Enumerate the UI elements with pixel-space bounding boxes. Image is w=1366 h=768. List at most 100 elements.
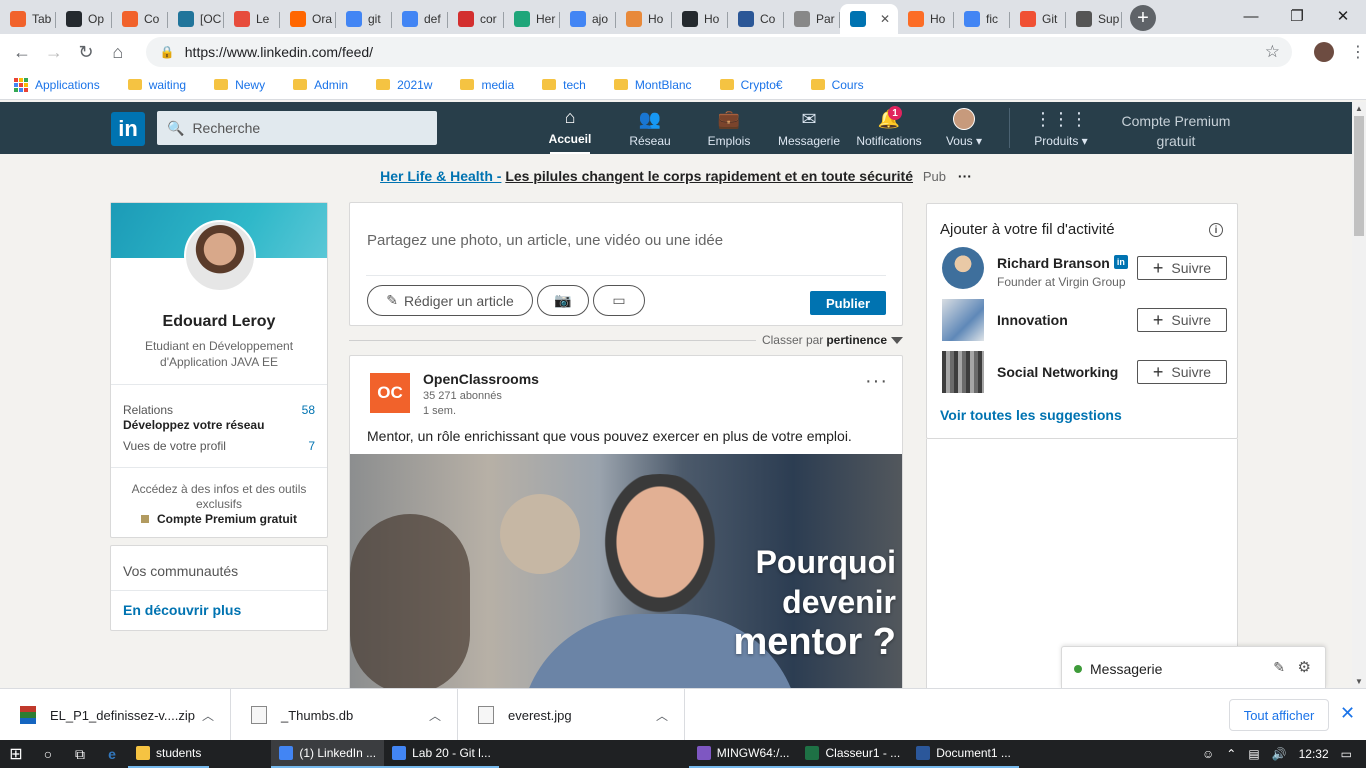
browser-tab[interactable]: Ora: [280, 4, 336, 34]
people-icon[interactable]: ☺: [1202, 747, 1214, 761]
bookmark-folder[interactable]: Admin: [293, 78, 348, 92]
ad-headline-link[interactable]: Her Life & Health -: [380, 168, 501, 184]
scrollbar-thumb[interactable]: [1354, 116, 1364, 236]
browser-tab[interactable]: Le: [224, 4, 280, 34]
photo-button[interactable]: 📷: [537, 285, 589, 316]
browser-tab[interactable]: def: [392, 4, 448, 34]
bookmark-folder[interactable]: tech: [542, 78, 586, 92]
post-author-name[interactable]: OpenClassrooms: [423, 371, 539, 387]
bookmark-folder[interactable]: Cours: [810, 78, 864, 92]
scroll-up-icon[interactable]: ▲: [1355, 104, 1363, 113]
windows-start-icon[interactable]: ⊞: [0, 740, 32, 768]
bookmark-folder[interactable]: waiting: [127, 78, 186, 92]
bookmark-folder[interactable]: 2021w: [376, 78, 432, 92]
browser-tab[interactable]: Her: [504, 4, 560, 34]
browser-tab[interactable]: Co: [728, 4, 784, 34]
cortana-icon[interactable]: ○: [32, 740, 64, 768]
browser-tab[interactable]: Git: [1010, 4, 1066, 34]
volume-icon[interactable]: 🔊: [1272, 747, 1287, 761]
browser-menu-icon[interactable]: ⋮: [1350, 42, 1366, 62]
browser-tab[interactable]: [OC: [168, 4, 224, 34]
page-scrollbar[interactable]: ▲ ▼: [1352, 102, 1366, 688]
post-image[interactable]: Pourquoi devenir mentor ?: [350, 454, 902, 694]
maximize-icon[interactable]: ❐: [1274, 0, 1320, 32]
post-author-logo[interactable]: OC: [370, 373, 410, 413]
browser-tab[interactable]: git: [336, 4, 392, 34]
browser-tab[interactable]: fic: [954, 4, 1010, 34]
bookmark-folder[interactable]: MontBlanc: [613, 78, 692, 92]
nav-grid[interactable]: ⋮⋮⋮ Produits ▾: [1030, 102, 1092, 154]
messaging-overlay[interactable]: Messagerie ✎ ⚙: [1061, 646, 1326, 688]
browser-tab[interactable]: ✕: [840, 4, 898, 34]
taskbar-app[interactable]: students: [128, 740, 210, 768]
show-all-downloads-button[interactable]: Tout afficher: [1229, 699, 1329, 731]
scroll-down-icon[interactable]: ▼: [1355, 677, 1363, 686]
discover-more-link[interactable]: En découvrir plus: [123, 602, 241, 618]
ad-text-link[interactable]: Les pilules changent le corps rapidement…: [505, 168, 913, 184]
gear-icon[interactable]: ⚙: [1298, 658, 1311, 676]
edge-icon[interactable]: e: [96, 740, 128, 768]
chevron-up-icon[interactable]: ⌃: [1226, 747, 1236, 761]
grow-network-row[interactable]: Développez votre réseau: [123, 418, 315, 432]
browser-tab[interactable]: Ho: [898, 4, 954, 34]
premium-nav-link[interactable]: Compte Premium gratuit: [1110, 111, 1242, 151]
browser-tab[interactable]: Op: [56, 4, 112, 34]
linkedin-logo[interactable]: in: [111, 112, 145, 146]
browser-tab[interactable]: Co: [112, 4, 168, 34]
taskbar-app[interactable]: Document1 ...: [908, 740, 1019, 768]
forward-icon[interactable]: →: [38, 36, 70, 68]
follow-name[interactable]: Richard Branson in: [997, 255, 1128, 271]
follow-name[interactable]: Social Networking: [997, 364, 1118, 380]
video-button[interactable]: ▭: [593, 285, 645, 316]
browser-tab[interactable]: Ho: [616, 4, 672, 34]
profile-avatar[interactable]: [184, 220, 256, 292]
browser-profile-avatar[interactable]: [1314, 42, 1335, 62]
nav-avatar[interactable]: ● Vous ▾: [944, 102, 984, 154]
chevron-up-icon[interactable]: ︿: [656, 707, 668, 724]
notifications-center-icon[interactable]: ▭: [1341, 747, 1352, 761]
taskbar-app[interactable]: Classeur1 - ...: [797, 740, 909, 768]
nav-home[interactable]: ⌂ Accueil: [549, 102, 591, 154]
publish-button[interactable]: Publier: [810, 291, 886, 315]
profile-views-row[interactable]: Vues de votre profil 7: [123, 439, 315, 453]
browser-tab[interactable]: Ho: [672, 4, 728, 34]
bookmark-apps[interactable]: Applications: [14, 77, 100, 92]
follow-hashtag-image[interactable]: [942, 299, 984, 341]
premium-link[interactable]: Compte Premium gratuit: [111, 512, 327, 526]
browser-tab[interactable]: Sup: [1066, 4, 1122, 34]
compose-icon[interactable]: ✎: [1273, 659, 1285, 676]
browser-tab[interactable]: cor: [448, 4, 504, 34]
follow-button[interactable]: + Suivre: [1137, 256, 1227, 280]
follow-avatar[interactable]: [942, 247, 984, 289]
bookmark-star-icon[interactable]: ☆: [1265, 42, 1280, 62]
follow-button[interactable]: + Suivre: [1137, 308, 1227, 332]
browser-tab[interactable]: Tab: [0, 4, 56, 34]
nav-jobs[interactable]: 💼 Emplois: [706, 102, 752, 154]
nav-bell[interactable]: 🔔 Notifications 1: [852, 102, 926, 154]
download-item[interactable]: everest.jpg ︿: [458, 689, 685, 741]
bookmark-folder[interactable]: Newy: [214, 78, 265, 92]
download-item[interactable]: _Thumbs.db ︿: [231, 689, 458, 741]
search-input[interactable]: 🔍 Recherche: [157, 111, 437, 145]
profile-name[interactable]: Edouard Leroy: [111, 313, 327, 331]
post-more-icon[interactable]: ···: [865, 370, 888, 393]
browser-tab[interactable]: ajo: [560, 4, 616, 34]
browser-tab[interactable]: Par: [784, 4, 840, 34]
nav-messaging[interactable]: ✉ Messagerie: [778, 102, 840, 154]
home-browser-icon[interactable]: ⌂: [102, 36, 134, 68]
share-input[interactable]: Partagez une photo, un article, une vidé…: [367, 232, 723, 249]
url-input[interactable]: 🔒 https://www.linkedin.com/feed/ ☆: [145, 37, 1293, 67]
back-icon[interactable]: ←: [6, 36, 38, 68]
follow-hashtag-image[interactable]: [942, 351, 984, 393]
nav-network[interactable]: 👥 Réseau: [629, 102, 670, 154]
new-tab-button[interactable]: +: [1130, 5, 1156, 31]
network-icon[interactable]: ▤: [1248, 747, 1259, 761]
sort-bar[interactable]: Classer par pertinence: [349, 333, 903, 347]
task-view-icon[interactable]: ⧉: [64, 740, 96, 768]
download-item[interactable]: EL_P1_definissez-v....zip ︿: [0, 689, 231, 741]
taskbar-app[interactable]: Lab 20 - Git l...: [384, 740, 499, 768]
bookmark-folder[interactable]: media: [460, 78, 514, 92]
minimize-icon[interactable]: —: [1228, 0, 1274, 32]
chevron-up-icon[interactable]: ︿: [429, 707, 441, 724]
info-icon[interactable]: i: [1209, 223, 1223, 237]
